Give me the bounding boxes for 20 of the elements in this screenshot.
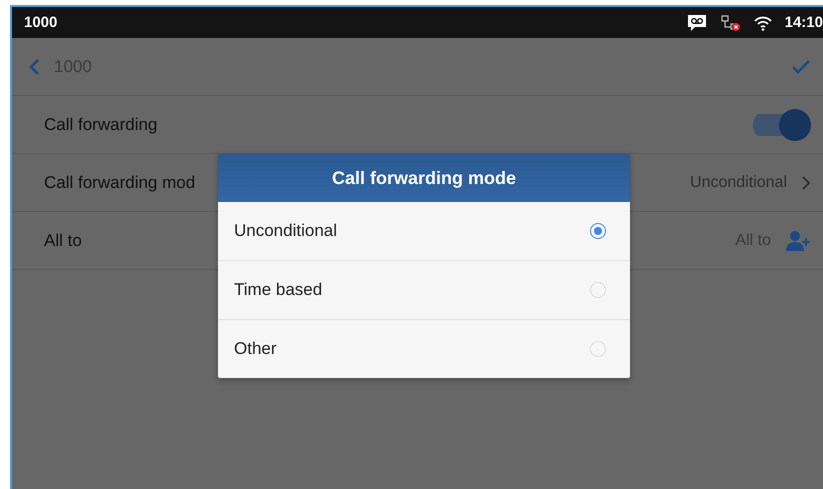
wifi-icon [752, 14, 773, 30]
radio-button[interactable] [590, 223, 606, 239]
check-icon[interactable] [791, 58, 811, 74]
setting-label: Call forwarding [44, 114, 158, 134]
back-icon[interactable] [28, 58, 40, 76]
option-label: Time based [234, 280, 322, 300]
option-row[interactable]: Time based [218, 260, 630, 319]
status-title: 1000 [24, 14, 58, 31]
option-row[interactable]: Other [218, 319, 630, 378]
network-disconnected-icon [718, 14, 741, 32]
setting-value: Unconditional [690, 174, 787, 192]
add-contact-icon[interactable] [785, 230, 811, 252]
setting-label: Call forwarding mod [44, 172, 196, 192]
chevron-right-icon [801, 174, 811, 190]
option-label: Other [234, 339, 277, 359]
dialog-title: Call forwarding mode [218, 154, 630, 202]
clock: 14:10 [784, 14, 823, 31]
setting-label: All to [44, 230, 82, 250]
voicemail-icon [686, 14, 707, 32]
option-label: Unconditional [234, 221, 338, 241]
